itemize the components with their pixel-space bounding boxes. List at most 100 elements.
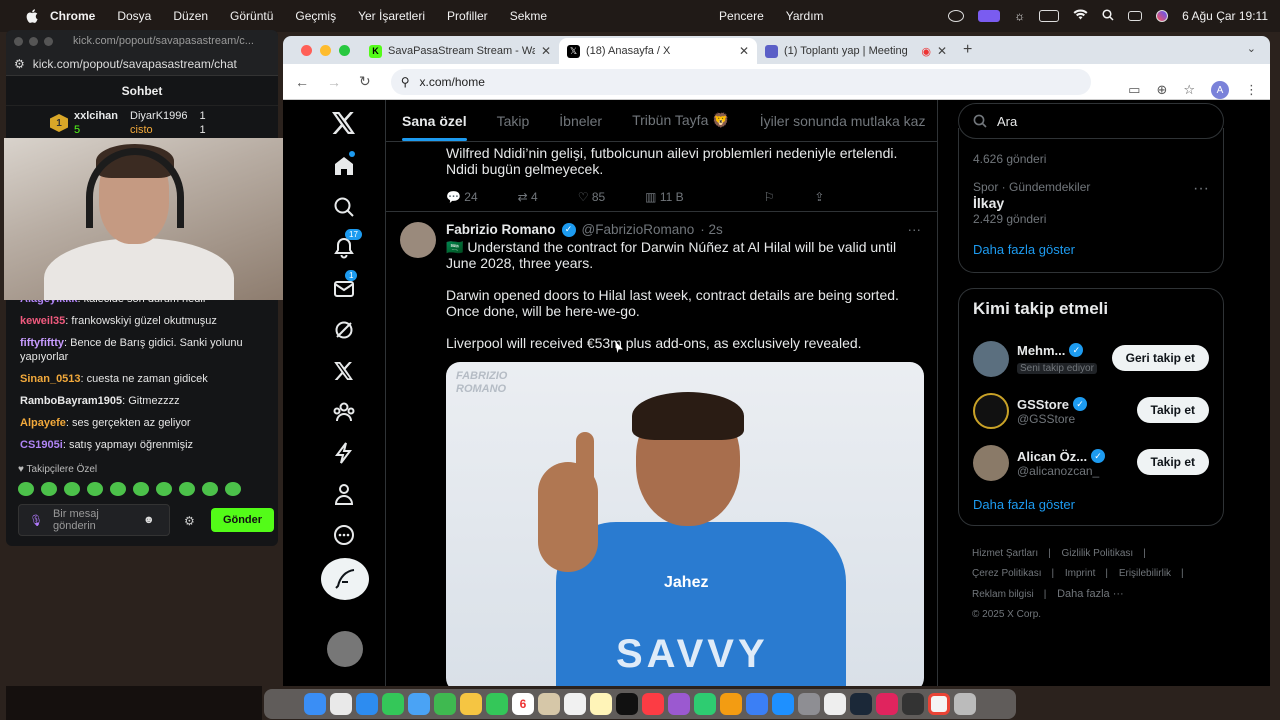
tab-x-home[interactable]: 𝕏 (18) Anasayfa / X ✕	[559, 38, 757, 64]
close-tab-icon[interactable]: ✕	[739, 44, 749, 58]
menu-pencere[interactable]: Pencere	[719, 9, 764, 23]
tab-for-you[interactable]: Sana özel	[402, 113, 467, 141]
bookmark-icon[interactable]: ⚐	[764, 189, 775, 205]
tab-following[interactable]: Takip	[497, 113, 530, 129]
close-tab-icon[interactable]: ✕	[541, 44, 551, 58]
follow-suggestion[interactable]: Alican Öz... ✓ @alicanozcan_ Takip et	[973, 437, 1209, 489]
chrome-icon[interactable]	[928, 693, 950, 715]
tweet-author-name[interactable]: Fabrizio Romano	[446, 222, 556, 237]
numbers-icon[interactable]	[694, 693, 716, 715]
calendar-icon[interactable]: 6	[512, 693, 534, 715]
menu-yardim[interactable]: Yardım	[786, 9, 824, 23]
suggestion-avatar[interactable]	[973, 341, 1009, 377]
back-button[interactable]: ←	[295, 74, 309, 90]
minimize-window-icon[interactable]	[320, 45, 331, 56]
views-count[interactable]: ▥ 11 B	[645, 189, 683, 205]
emote-icon[interactable]	[64, 482, 80, 496]
site-settings-icon[interactable]: ⚙	[14, 57, 25, 71]
emote-icon[interactable]	[110, 482, 126, 496]
emote-icon[interactable]	[133, 482, 149, 496]
follow-suggestion[interactable]: GSStore ✓ @GSStore Takip et	[973, 385, 1209, 437]
search-input[interactable]: Ara	[958, 103, 1224, 139]
footer-link[interactable]: Çerez Politikası	[972, 568, 1041, 579]
music-icon[interactable]	[642, 693, 664, 715]
premium-x-icon[interactable]	[331, 358, 357, 384]
anydesk-icon[interactable]	[876, 693, 898, 715]
show-more-trends-link[interactable]: Daha fazla göster	[973, 242, 1209, 257]
tab-kick-stream[interactable]: K SavaPasaStream Stream - Wa ✕	[361, 38, 559, 64]
close-window-icon[interactable]	[301, 45, 312, 56]
obs-app-icon[interactable]	[902, 693, 924, 715]
tweet-author-handle[interactable]: @FabrizioRomano	[582, 222, 695, 237]
emote-icon[interactable]	[156, 482, 172, 496]
menu-goruntu[interactable]: Görüntü	[230, 9, 273, 23]
footer-link[interactable]: Imprint	[1065, 568, 1096, 579]
show-more-suggestions-link[interactable]: Daha fazla göster	[973, 497, 1209, 512]
emote-icon[interactable]	[225, 482, 241, 496]
photos-icon[interactable]	[460, 693, 482, 715]
leader-name[interactable]: xxlcihan	[74, 110, 118, 122]
reload-button[interactable]: ↻	[359, 73, 371, 90]
minimize-window-icon[interactable]	[29, 36, 38, 46]
tweet-more-icon[interactable]: ···	[908, 222, 922, 237]
wifi-icon[interactable]	[1073, 9, 1088, 23]
safari-icon[interactable]	[356, 693, 378, 715]
address-bar[interactable]: ⚲ x.com/home	[390, 68, 1091, 95]
chrome-menu-icon[interactable]: ⋮	[1245, 82, 1258, 98]
menu-gecmis[interactable]: Geçmiş	[295, 9, 336, 23]
contacts-icon[interactable]	[538, 693, 560, 715]
follow-button[interactable]: Takip et	[1136, 449, 1209, 475]
new-tab-button[interactable]: +	[963, 41, 972, 59]
profile-icon[interactable]	[331, 481, 357, 507]
zoom-window-icon[interactable]	[339, 45, 350, 56]
finder-icon[interactable]	[304, 693, 326, 715]
communities-icon[interactable]	[331, 399, 357, 425]
trend-more-icon[interactable]: ···	[1193, 180, 1209, 198]
menu-duzen[interactable]: Düzen	[173, 9, 208, 23]
footer-link[interactable]: Erişilebilirlik	[1119, 568, 1171, 579]
follow-back-button[interactable]: Geri takip et	[1111, 345, 1209, 371]
menu-profiller[interactable]: Profiller	[447, 9, 488, 23]
emote-icon[interactable]	[87, 482, 103, 496]
menu-sekme[interactable]: Sekme	[510, 9, 547, 23]
tweet-image[interactable]: FABRIZIO ROMANO Jahez SAVVY	[446, 362, 924, 686]
like-button[interactable]: ♡ 85	[578, 189, 605, 205]
tweet-time[interactable]: · 2s	[700, 222, 723, 237]
chat-username[interactable]: keweil35	[20, 315, 65, 327]
emoji-picker-icon[interactable]: ☻	[143, 514, 155, 526]
chat-username[interactable]: CS1905i	[20, 439, 63, 451]
leader-name[interactable]: cisto	[130, 124, 187, 136]
footer-more-link[interactable]: Daha fazla ···	[1057, 588, 1124, 600]
messages-icon[interactable]: 1	[331, 270, 358, 302]
steam-icon[interactable]	[850, 693, 872, 715]
suggestion-name[interactable]: Alican Öz... ✓	[1017, 449, 1106, 464]
chat-username[interactable]: Sinan_0513	[20, 373, 81, 385]
home-icon[interactable]	[331, 151, 357, 179]
chat-username[interactable]: RamboBayram1905	[20, 395, 122, 407]
control-center-icon[interactable]	[1128, 11, 1143, 21]
retweet-button[interactable]: ⇄ 4	[518, 189, 538, 205]
chat-username[interactable]: Alpayefe	[20, 417, 66, 429]
facetime-icon[interactable]	[486, 693, 508, 715]
obs-icon[interactable]	[948, 10, 965, 22]
emote-icon[interactable]	[18, 482, 34, 496]
grok-icon[interactable]	[331, 317, 357, 343]
forward-button[interactable]: →	[327, 74, 341, 90]
keynote-icon[interactable]	[720, 693, 742, 715]
footer-link[interactable]: Gizlilik Politikası	[1062, 548, 1134, 559]
battery-icon[interactable]	[1039, 10, 1060, 22]
emote-icon[interactable]	[202, 482, 218, 496]
spotlight-icon[interactable]	[1102, 8, 1114, 24]
screen-share-icon[interactable]	[978, 10, 1001, 22]
explore-icon[interactable]	[331, 194, 357, 220]
menu-app-name[interactable]: Chrome	[50, 9, 95, 23]
menu-dosya[interactable]: Dosya	[117, 9, 151, 23]
close-tab-icon[interactable]: ✕	[937, 44, 947, 58]
footer-link[interactable]: Reklam bilgisi	[972, 589, 1034, 600]
leader-name[interactable]: DiyarK1996	[130, 110, 187, 122]
compose-post-button[interactable]	[321, 558, 369, 600]
launchpad-icon[interactable]	[330, 693, 352, 715]
follow-suggestion[interactable]: Mehm... ✓ Seni takip ediyor Geri takip et	[973, 333, 1209, 385]
x-logo-icon[interactable]	[331, 110, 357, 136]
apple-icon[interactable]	[26, 9, 40, 23]
